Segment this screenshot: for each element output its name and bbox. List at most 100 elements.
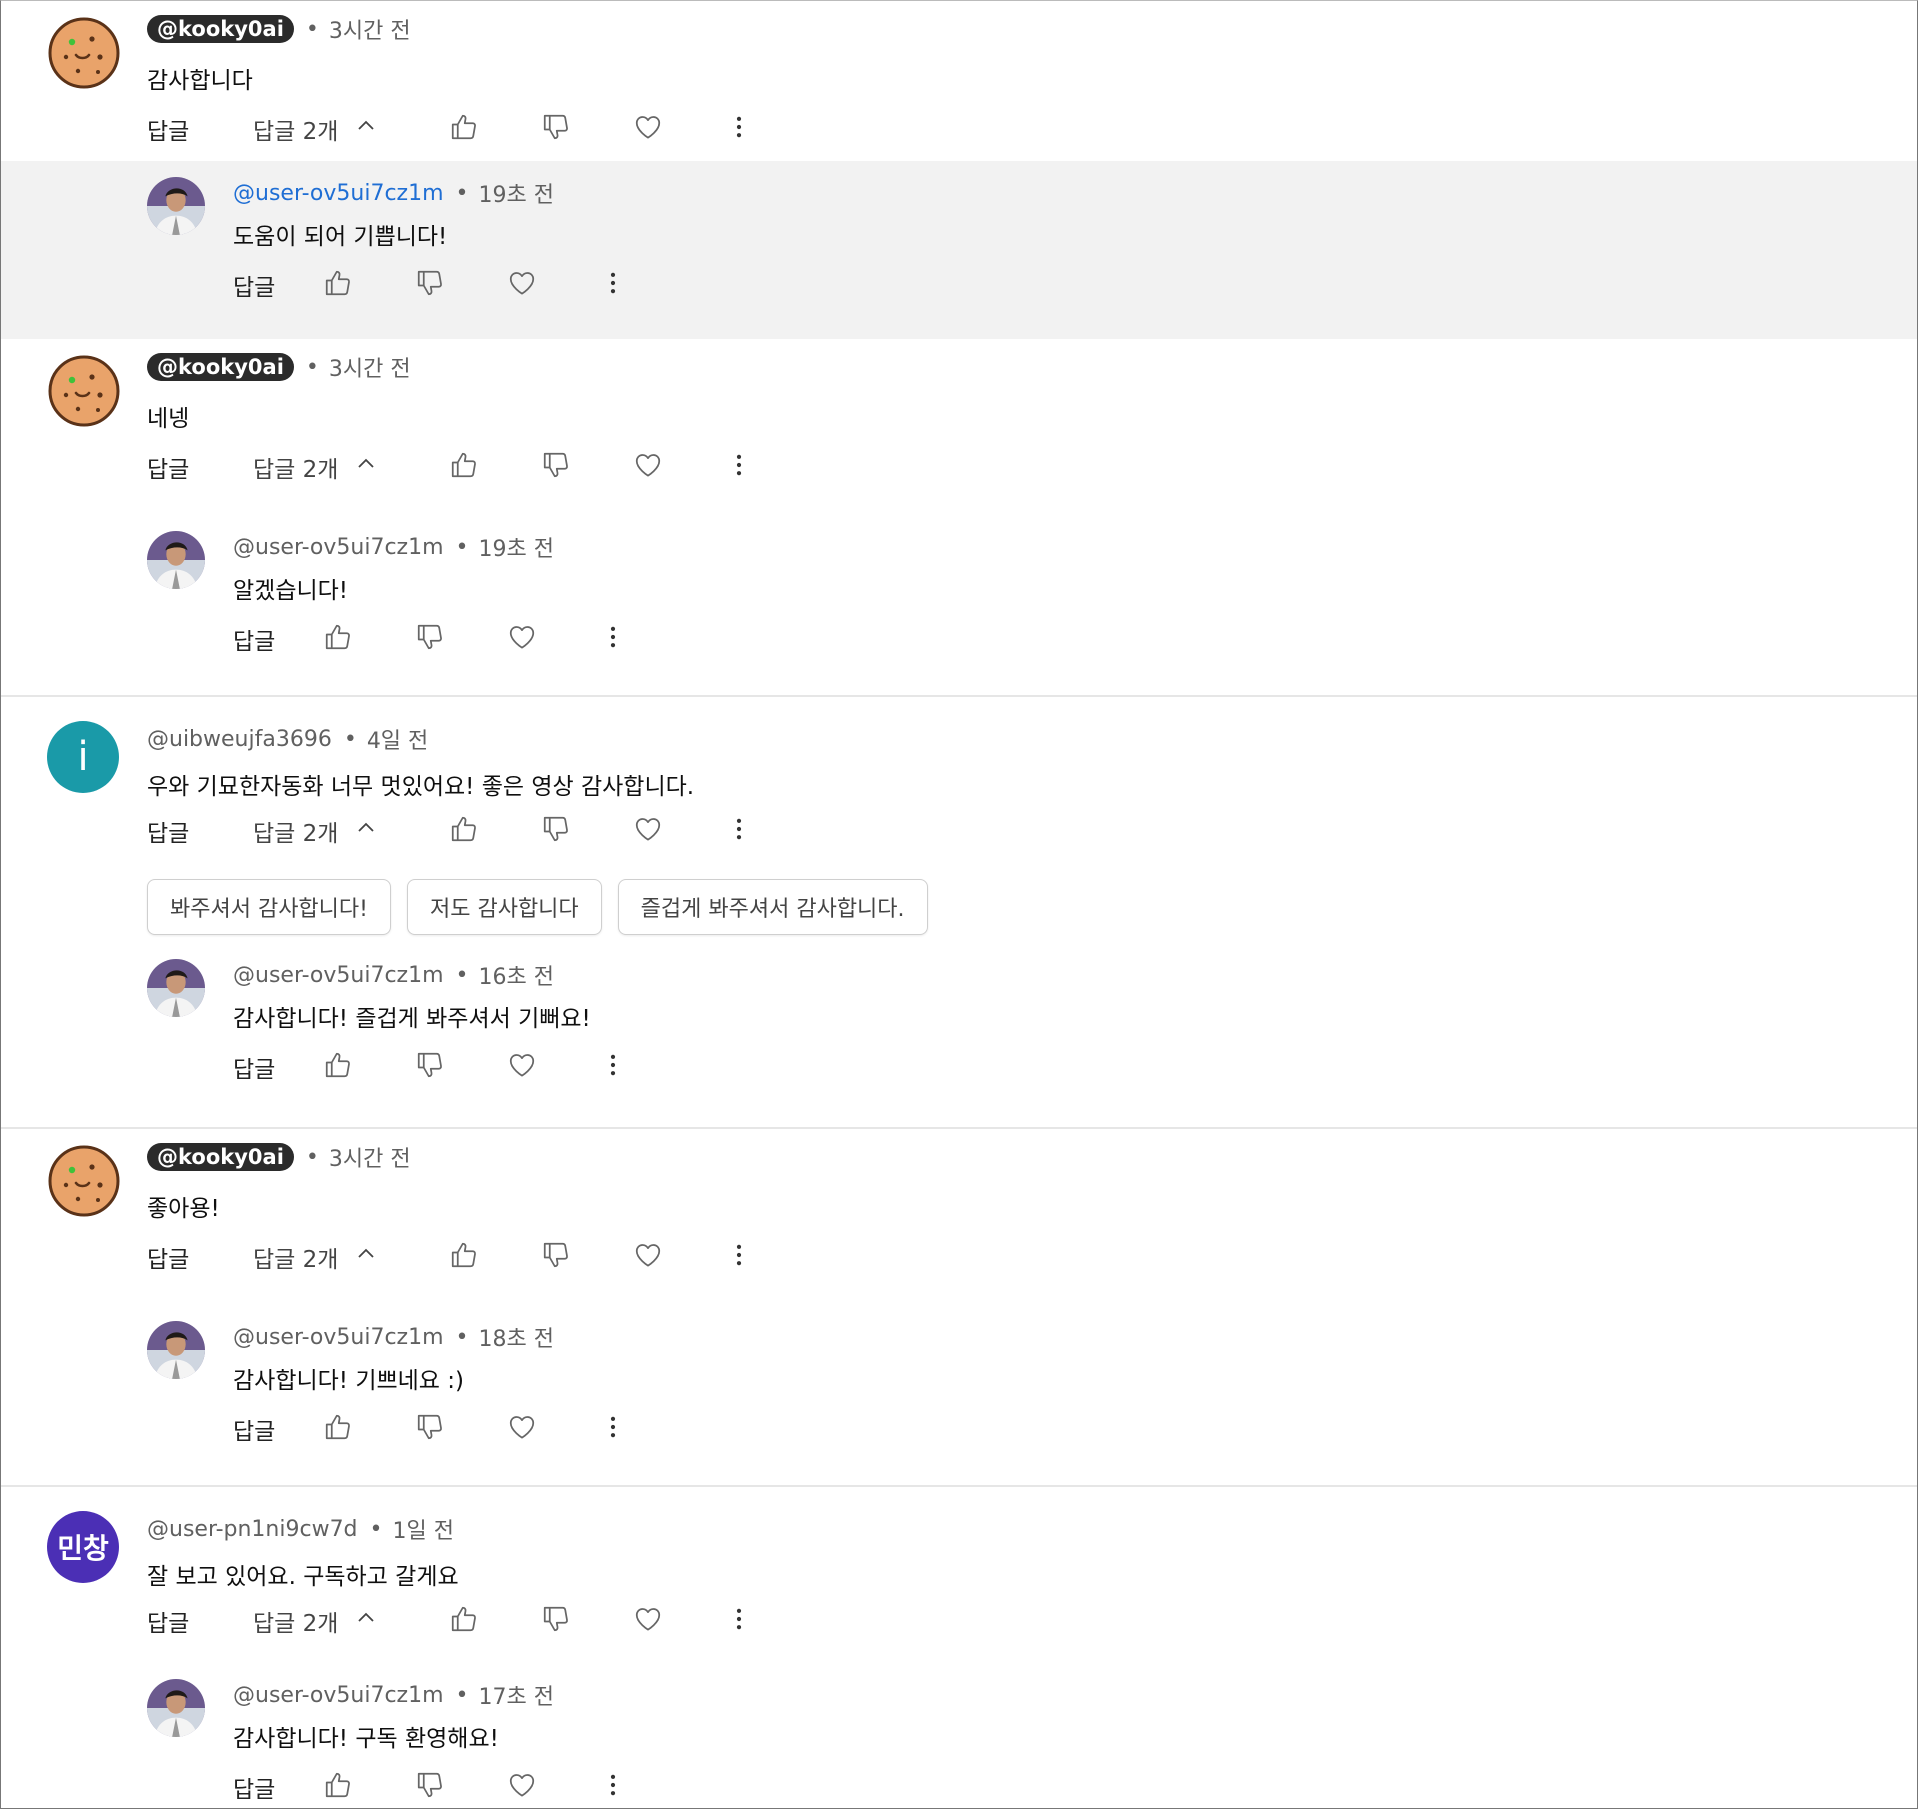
reply-actions: 답글 — [233, 1409, 691, 1449]
dislike-button[interactable] — [415, 1770, 507, 1804]
like-button[interactable] — [323, 1412, 415, 1446]
heart-button[interactable] — [633, 450, 725, 484]
thumbs-down-icon — [415, 1412, 445, 1446]
like-button[interactable] — [449, 1240, 541, 1274]
avatar[interactable] — [47, 16, 121, 90]
like-button[interactable] — [323, 1050, 415, 1084]
reply-avatar[interactable] — [147, 531, 205, 589]
replies-toggle-button[interactable]: 답글 2개 — [253, 112, 449, 146]
reply-author[interactable]: @user-ov5ui7cz1m — [233, 1683, 444, 1708]
dislike-button[interactable] — [415, 1050, 507, 1084]
thumbs-up-icon — [449, 1604, 479, 1638]
like-button[interactable] — [449, 112, 541, 146]
more-actions-button[interactable] — [725, 451, 817, 483]
heart-button[interactable] — [507, 622, 599, 656]
reply-avatar[interactable] — [147, 1321, 205, 1379]
like-button[interactable] — [449, 814, 541, 848]
thumbs-up-icon — [323, 1770, 353, 1804]
dislike-button[interactable] — [541, 1240, 633, 1274]
reply-button[interactable]: 답글 — [233, 1770, 323, 1804]
like-button[interactable] — [323, 268, 415, 302]
comment-time[interactable]: 4일 전 — [367, 723, 428, 755]
comment-author[interactable]: @kooky0ai — [147, 353, 294, 381]
reply-time[interactable]: 18초 전 — [479, 1321, 554, 1353]
replies-toggle-button[interactable]: 답글 2개 — [253, 1240, 449, 1274]
heart-button[interactable] — [507, 268, 599, 302]
dislike-button[interactable] — [415, 268, 507, 302]
more-actions-button[interactable] — [725, 815, 817, 847]
heart-button[interactable] — [633, 814, 725, 848]
suggested-reply-chip[interactable]: 봐주셔서 감사합니다! — [147, 879, 391, 935]
separator-dot: • — [305, 1144, 319, 1170]
comment-author[interactable]: @kooky0ai — [147, 15, 294, 43]
heart-button[interactable] — [633, 1240, 725, 1274]
avatar[interactable] — [47, 1144, 121, 1218]
reply-avatar[interactable] — [147, 1679, 205, 1737]
reply-button[interactable]: 답글 — [147, 112, 253, 146]
heart-button[interactable] — [633, 1604, 725, 1638]
dislike-button[interactable] — [541, 814, 633, 848]
comment-time[interactable]: 3시간 전 — [329, 1141, 411, 1173]
more-actions-button[interactable] — [599, 623, 691, 655]
reply-button[interactable]: 답글 — [233, 268, 323, 302]
reply-button[interactable]: 답글 — [147, 450, 253, 484]
comment-time[interactable]: 3시간 전 — [329, 351, 411, 383]
comment-author[interactable]: @kooky0ai — [147, 1143, 294, 1171]
more-actions-button[interactable] — [599, 1413, 691, 1445]
reply-time[interactable]: 19초 전 — [479, 177, 554, 209]
dislike-button[interactable] — [541, 112, 633, 146]
heart-icon — [633, 450, 663, 484]
heart-button[interactable] — [507, 1412, 599, 1446]
suggested-replies: 봐주셔서 감사합니다! 저도 감사합니다 즐겁게 봐주셔서 감사합니다. — [147, 879, 944, 935]
like-button[interactable] — [449, 1604, 541, 1638]
reply-author[interactable]: @user-ov5ui7cz1m — [233, 963, 444, 988]
reply-author[interactable]: @user-ov5ui7cz1m — [233, 1325, 444, 1350]
comment-time[interactable]: 3시간 전 — [329, 13, 411, 45]
heart-button[interactable] — [507, 1770, 599, 1804]
like-button[interactable] — [323, 1770, 415, 1804]
reply-button[interactable]: 답글 — [147, 1240, 253, 1274]
reply-time[interactable]: 19초 전 — [479, 531, 554, 563]
replies-toggle-button[interactable]: 답글 2개 — [253, 1604, 449, 1638]
suggested-reply-chip[interactable]: 즐겁게 봐주셔서 감사합니다. — [617, 879, 928, 935]
more-actions-button[interactable] — [725, 113, 817, 145]
reply-author[interactable]: @user-ov5ui7cz1m — [233, 181, 444, 206]
reply-button[interactable]: 답글 — [147, 814, 253, 848]
more-actions-button[interactable] — [599, 269, 691, 301]
more-actions-button[interactable] — [599, 1051, 691, 1083]
reply-author[interactable]: @user-ov5ui7cz1m — [233, 535, 444, 560]
reply-button[interactable]: 답글 — [233, 622, 323, 656]
reply-button[interactable]: 답글 — [233, 1412, 323, 1446]
avatar-letter: 민창 — [57, 1532, 109, 1565]
heart-button[interactable] — [507, 1050, 599, 1084]
reply-text: 감사합니다! 구독 환영해요! — [233, 1726, 499, 1752]
dislike-button[interactable] — [415, 622, 507, 656]
reply-button[interactable]: 답글 — [233, 1050, 323, 1084]
replies-toggle-button[interactable]: 답글 2개 — [253, 814, 449, 848]
avatar[interactable]: i — [47, 721, 119, 793]
chevron-up-icon — [338, 1242, 378, 1272]
reply-time[interactable]: 16초 전 — [479, 959, 554, 991]
comment-time[interactable]: 1일 전 — [393, 1513, 454, 1545]
reply-time[interactable]: 17초 전 — [479, 1679, 554, 1711]
replies-toggle-button[interactable]: 답글 2개 — [253, 450, 449, 484]
more-actions-button[interactable] — [725, 1241, 817, 1273]
dislike-button[interactable] — [415, 1412, 507, 1446]
like-button[interactable] — [449, 450, 541, 484]
suggested-reply-chip[interactable]: 저도 감사합니다 — [406, 879, 602, 935]
comment-author[interactable]: @user-pn1ni9cw7d — [147, 1517, 358, 1542]
reply-avatar[interactable] — [147, 177, 205, 235]
comment-author[interactable]: @uibweujfa3696 — [147, 727, 332, 752]
avatar[interactable]: 민창 — [47, 1511, 119, 1583]
dislike-button[interactable] — [541, 1604, 633, 1638]
thumbs-up-icon — [323, 268, 353, 302]
heart-button[interactable] — [633, 112, 725, 146]
more-actions-button[interactable] — [599, 1771, 691, 1803]
dislike-button[interactable] — [541, 450, 633, 484]
reply-button[interactable]: 답글 — [147, 1604, 253, 1638]
avatar[interactable] — [47, 354, 121, 428]
reply-avatar[interactable] — [147, 959, 205, 1017]
more-actions-button[interactable] — [725, 1605, 817, 1637]
more-vertical-icon — [725, 815, 753, 847]
like-button[interactable] — [323, 622, 415, 656]
